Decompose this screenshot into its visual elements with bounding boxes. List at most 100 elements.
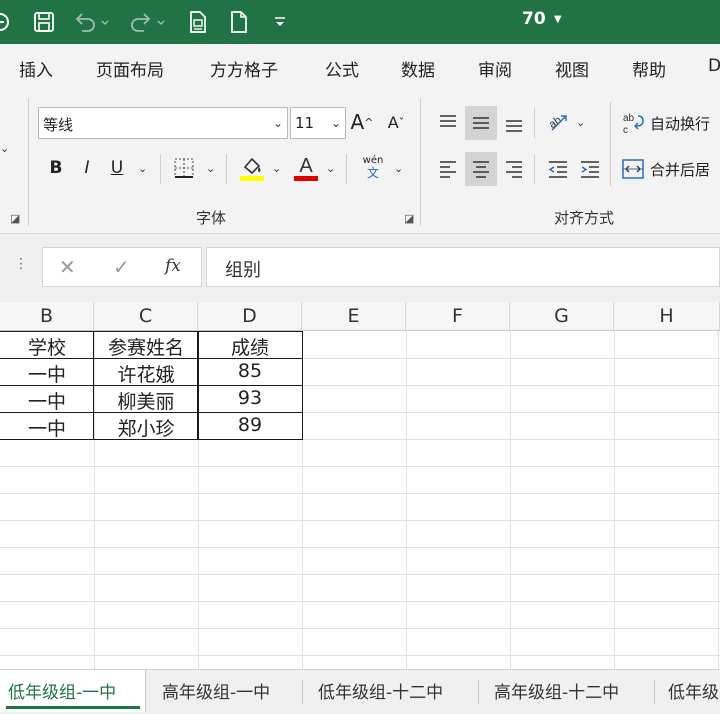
table-cell[interactable]: 一中 bbox=[0, 412, 94, 440]
customize-toolbar-icon[interactable] bbox=[270, 9, 290, 35]
wrap-text-button[interactable]: ab c 自动换行 bbox=[620, 108, 720, 138]
increase-font-size-button[interactable]: A ^ bbox=[350, 108, 374, 136]
formula-bar: ⋮ ✕ ✓ fx 组别 bbox=[0, 234, 720, 302]
phonetic-top-text: wén bbox=[362, 154, 384, 166]
italic-button[interactable]: I bbox=[76, 154, 98, 182]
align-bottom-icon[interactable] bbox=[500, 108, 528, 138]
decrease-indent-icon[interactable] bbox=[544, 154, 572, 184]
divider bbox=[654, 680, 655, 704]
table-cell[interactable]: 89 bbox=[198, 412, 302, 439]
undo-icon[interactable] bbox=[72, 9, 112, 35]
chevron-down-icon[interactable]: ⌄ bbox=[326, 162, 335, 175]
table-cell[interactable]: 85 bbox=[198, 358, 302, 385]
table-cell[interactable]: 一中 bbox=[0, 385, 94, 413]
font-name-value: 等线 bbox=[43, 116, 74, 134]
tab-help[interactable]: 帮助 bbox=[632, 56, 666, 81]
tab-more[interactable]: D bbox=[708, 56, 720, 76]
gridline bbox=[406, 331, 407, 669]
tab-insert[interactable]: 插入 bbox=[19, 56, 53, 81]
app-icon[interactable] bbox=[0, 9, 14, 35]
chevron-down-icon[interactable]: ▼ bbox=[554, 14, 562, 25]
chevron-down-icon[interactable]: ⌄ bbox=[394, 162, 403, 175]
title-bar: 70 ▼ bbox=[0, 0, 720, 44]
align-right-icon[interactable] bbox=[500, 154, 528, 184]
gridline bbox=[718, 331, 719, 669]
ribbon: ⌄ ◪ 等线 ⌄ 11 ⌄ A ^ Aˇ B I U ⌄ ⌄ ⌄ A ⌄ wén … bbox=[0, 88, 720, 234]
dialog-launcher-icon[interactable]: ◪ bbox=[10, 212, 20, 225]
font-size-value: 11 bbox=[295, 114, 315, 132]
chevron-down-icon[interactable]: ⌄ bbox=[0, 142, 9, 155]
font-color-icon[interactable]: A bbox=[292, 152, 320, 184]
tab-fangfang-gezi[interactable]: 方方格子 bbox=[210, 56, 278, 81]
group-separator bbox=[420, 98, 421, 226]
font-size-select[interactable]: 11 ⌄ bbox=[290, 107, 346, 139]
tab-formulas[interactable]: 公式 bbox=[325, 56, 359, 81]
cancel-icon[interactable]: ✕ bbox=[59, 255, 76, 279]
redo-icon[interactable] bbox=[128, 9, 168, 35]
table-cell[interactable]: 许花娥 bbox=[94, 358, 198, 386]
sheet-tab-1[interactable]: 低年级组-一中 bbox=[8, 678, 116, 703]
tab-page-layout[interactable]: 页面布局 bbox=[96, 56, 164, 81]
sheet-tab-2[interactable]: 高年级组-一中 bbox=[162, 678, 270, 703]
table-cell[interactable]: 柳美丽 bbox=[94, 385, 198, 413]
sheet-tab-5[interactable]: 低年级 bbox=[668, 678, 719, 703]
dialog-launcher-icon[interactable]: ◪ bbox=[404, 212, 414, 225]
chevron-down-icon[interactable]: ⌄ bbox=[576, 116, 585, 129]
gridline bbox=[0, 601, 720, 602]
fill-color-swatch bbox=[240, 176, 264, 181]
drag-handle-icon[interactable]: ⋮ bbox=[14, 256, 28, 272]
worksheet-grid[interactable]: 学校 参赛姓名 成绩 一中 许花娥 85 一中 柳美丽 93 一中 郑小珍 89 bbox=[0, 331, 720, 669]
insert-function-icon[interactable]: fx bbox=[165, 256, 181, 276]
decrease-font-size-button[interactable]: Aˇ bbox=[384, 108, 408, 136]
table-cell[interactable]: 一中 bbox=[0, 358, 94, 386]
increase-indent-icon[interactable] bbox=[576, 154, 604, 184]
merge-center-label: 合并后居 bbox=[650, 160, 711, 179]
print-preview-icon[interactable] bbox=[184, 9, 212, 35]
borders-icon[interactable] bbox=[172, 154, 196, 182]
bold-button[interactable]: B bbox=[44, 154, 68, 182]
tab-view[interactable]: 视图 bbox=[555, 56, 589, 81]
sheet-tab-4[interactable]: 高年级组-十二中 bbox=[494, 678, 619, 703]
underline-button[interactable]: U bbox=[106, 154, 128, 182]
orientation-icon[interactable]: ab bbox=[544, 106, 572, 138]
align-center-icon[interactable] bbox=[465, 152, 497, 186]
column-header-c[interactable]: C bbox=[94, 302, 198, 331]
column-header-h[interactable]: H bbox=[614, 302, 720, 331]
enter-icon[interactable]: ✓ bbox=[113, 255, 130, 279]
table-header-cell[interactable]: 成绩 bbox=[198, 331, 302, 359]
table-header-cell[interactable]: 参赛姓名 bbox=[94, 331, 198, 359]
column-header-d[interactable]: D bbox=[198, 302, 302, 331]
zoom-title: 70 bbox=[522, 9, 546, 29]
fill-color-icon[interactable] bbox=[238, 152, 266, 184]
merge-center-button[interactable]: 合并后居 bbox=[620, 154, 720, 184]
chevron-down-icon[interactable]: ⌄ bbox=[206, 162, 215, 175]
save-icon[interactable] bbox=[30, 9, 58, 35]
new-file-icon[interactable] bbox=[226, 9, 252, 35]
chevron-down-icon[interactable]: ⌄ bbox=[272, 162, 281, 175]
column-header-b[interactable]: B bbox=[0, 302, 94, 331]
align-middle-icon[interactable] bbox=[465, 106, 497, 140]
sheet-tab-bar: 低年级组-一中 高年级组-一中 低年级组-十二中 高年级组-十二中 低年级 bbox=[0, 669, 720, 714]
column-header-g[interactable]: G bbox=[510, 302, 614, 331]
font-name-select[interactable]: 等线 ⌄ bbox=[38, 107, 288, 139]
phonetic-guide-button[interactable]: wén 文 bbox=[358, 150, 388, 184]
tab-data[interactable]: 数据 bbox=[401, 56, 435, 81]
chevron-down-icon[interactable]: ⌄ bbox=[138, 162, 147, 175]
group-separator bbox=[28, 98, 29, 226]
sheet-tab-3[interactable]: 低年级组-十二中 bbox=[318, 678, 443, 703]
column-header-f[interactable]: F bbox=[406, 302, 510, 331]
divider bbox=[160, 154, 161, 184]
align-top-icon[interactable] bbox=[434, 108, 462, 138]
ribbon-tab-row: 插入 页面布局 方方格子 公式 数据 审阅 视图 帮助 D bbox=[0, 44, 720, 88]
table-cell[interactable]: 郑小珍 bbox=[94, 412, 198, 440]
divider bbox=[534, 154, 535, 184]
table-header-cell[interactable]: 学校 bbox=[0, 331, 94, 359]
formula-input[interactable]: 组别 bbox=[206, 247, 720, 287]
divider bbox=[534, 108, 535, 138]
tab-review[interactable]: 审阅 bbox=[478, 56, 512, 81]
wrap-text-label: 自动换行 bbox=[650, 114, 711, 133]
align-left-icon[interactable] bbox=[434, 154, 462, 184]
column-header-e[interactable]: E bbox=[302, 302, 406, 331]
gridline bbox=[0, 466, 720, 467]
table-cell[interactable]: 93 bbox=[198, 385, 302, 412]
